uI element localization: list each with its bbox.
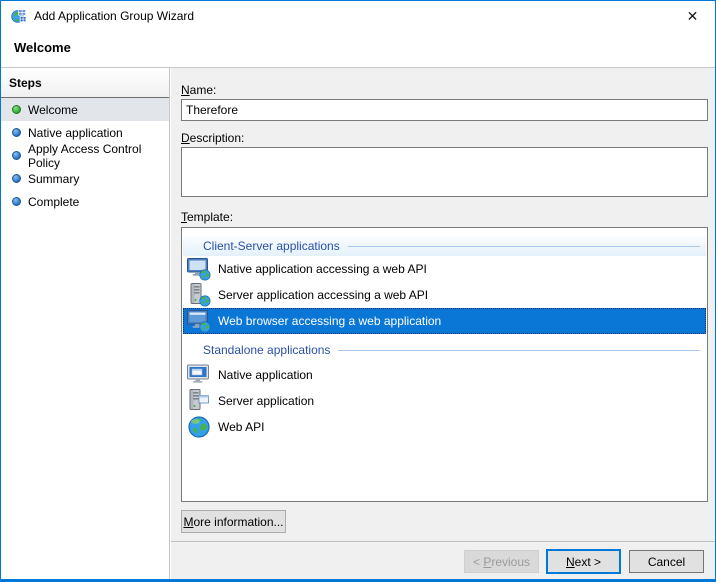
group-label: Standalone applications — [183, 343, 330, 357]
title-bar: Add Application Group Wizard ✕ — [1, 1, 715, 31]
step-item-welcome[interactable]: Welcome — [1, 98, 169, 121]
step-label: Native application — [28, 126, 123, 140]
previous-button[interactable]: < Previous — [464, 550, 539, 573]
application-group-icon — [11, 8, 27, 24]
template-item-label: Server application — [218, 394, 314, 408]
monitor-window-icon — [186, 362, 212, 388]
group-rule — [348, 246, 700, 247]
step-bullet-icon — [12, 174, 21, 183]
server-globe-icon — [186, 282, 212, 308]
more-information-button[interactable]: More information... — [181, 510, 286, 533]
step-label: Welcome — [28, 103, 78, 117]
step-label: Complete — [28, 195, 79, 209]
group-label: Client-Server applications — [183, 239, 340, 253]
template-item-label: Server application accessing a web API — [218, 288, 428, 302]
globe-icon — [186, 414, 212, 440]
footer-divider — [171, 541, 715, 542]
close-icon: ✕ — [687, 8, 699, 25]
step-label: Summary — [28, 172, 79, 186]
template-listbox[interactable]: Client-Server applications Nativ — [181, 227, 708, 502]
cancel-button[interactable]: Cancel — [629, 550, 704, 573]
template-item-web-browser-web-app[interactable]: Web browser accessing a web application — [183, 308, 706, 334]
template-item-native-application[interactable]: Native application — [183, 362, 706, 388]
wizard-window: Add Application Group Wizard ✕ Welcome S… — [0, 0, 716, 582]
description-input[interactable] — [181, 147, 708, 197]
description-label: Description: — [181, 131, 244, 145]
template-item-native-app-web-api[interactable]: Native application accessing a web API — [183, 256, 706, 282]
group-rule — [338, 350, 700, 351]
browser-globe-icon — [186, 308, 212, 334]
main-panel: Name: Description: Template: Client-Serv… — [171, 68, 715, 579]
group-header-client-server: Client-Server applications — [183, 236, 706, 256]
template-item-server-application[interactable]: Server application — [183, 388, 706, 414]
window-title: Add Application Group Wizard — [34, 1, 194, 31]
close-button[interactable]: ✕ — [670, 1, 715, 31]
name-label: Name: — [181, 83, 216, 97]
step-bullet-current-icon — [12, 105, 21, 114]
step-item-apply-access-control-policy[interactable]: Apply Access Control Policy — [1, 144, 169, 167]
template-item-label: Native application — [218, 368, 313, 382]
next-button[interactable]: Next > — [546, 549, 621, 574]
template-item-label: Web API — [218, 420, 264, 434]
monitor-globe-icon — [186, 256, 212, 282]
step-item-complete[interactable]: Complete — [1, 190, 169, 213]
server-window-icon — [186, 388, 212, 414]
template-item-label: Native application accessing a web API — [218, 262, 427, 276]
step-bullet-icon — [12, 197, 21, 206]
steps-sidebar: Steps Welcome Native application Apply A… — [1, 68, 170, 579]
template-item-label: Web browser accessing a web application — [218, 314, 441, 328]
template-label: Template: — [181, 210, 233, 224]
template-item-web-api[interactable]: Web API — [183, 414, 706, 440]
page-title: Welcome — [14, 40, 71, 55]
group-header-standalone: Standalone applications — [183, 340, 706, 360]
steps-header: Steps — [1, 68, 169, 98]
step-label: Apply Access Control Policy — [28, 142, 169, 170]
template-item-server-app-web-api[interactable]: Server application accessing a web API — [183, 282, 706, 308]
step-bullet-icon — [12, 151, 21, 160]
step-bullet-icon — [12, 128, 21, 137]
name-input[interactable] — [181, 99, 708, 121]
step-item-summary[interactable]: Summary — [1, 167, 169, 190]
